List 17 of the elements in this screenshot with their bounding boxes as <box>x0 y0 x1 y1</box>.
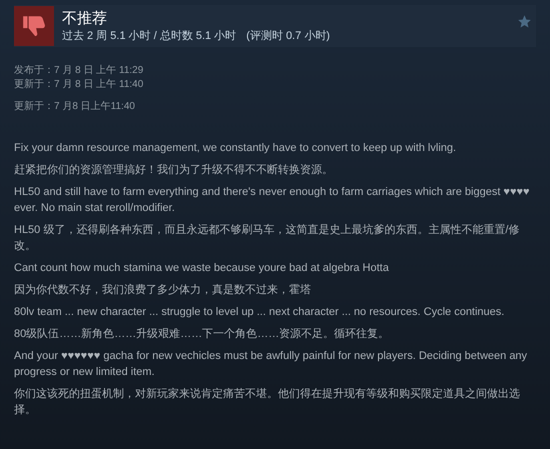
review-paragraph: HL50 级了，还得刷各种东西，而且永远都不够刷马车，这简直是史上最坑爹的东西。主属性不能重置/修改。 <box>14 222 520 254</box>
review-paragraph: 赶紧把你们的资源管理搞好！我们为了升级不得不不断转换资源。 <box>14 163 334 178</box>
review-paragraph: 80级队伍……新角色……升级艰难……下一个角色……资源不足。循环往复。 <box>14 326 390 342</box>
review-paragraph: HL50 and still have to farm everything and there's never enough to farm carriages which are biggest ♥♥♥♥ ever. No main stat reroll/modifier. <box>14 185 531 216</box>
review-paragraph: 你们这该死的扭蛋机制，对新玩家来说肯定痛苦不堪。他们得在提升现有等级和购买限定道具之间做出选择。 <box>14 386 521 418</box>
star-icon[interactable] <box>517 14 532 28</box>
review-paragraph: Cant count how much stamina we waste because youre bad at algebra Hotta <box>14 261 390 276</box>
playtime-at-review: (评测时 0.7 小时) <box>246 29 330 43</box>
review-paragraph: 80lv team ... new character ... struggle to level up ... next character ... no resources. Cycle continues. <box>14 305 506 320</box>
review-verdict: 不推荐 <box>62 9 108 29</box>
date-line: 更新于：7 月8 日上午11:40 <box>14 100 136 114</box>
date-line: 发布于：7 月 8 日 上午 11:29 <box>14 64 144 78</box>
date-line: 更新于：7 月 8 日 上午 11:40 <box>14 78 144 92</box>
review-paragraph: 因为你代数不好，我们浪费了多少体力，真是数不过来，霍塔 <box>14 282 312 298</box>
review-paragraph: Fix your damn resource management, we constantly have to convert to keep up with lvling. <box>14 141 458 156</box>
playtime: 过去 2 周 5.1 小时 / 总时数 5.1 小时 <box>62 29 236 43</box>
review-paragraph: And your ♥♥♥♥♥♥ gacha for new vechicles must be awfully painful for new players. Deciding between any progress or new limited item. <box>14 349 528 380</box>
